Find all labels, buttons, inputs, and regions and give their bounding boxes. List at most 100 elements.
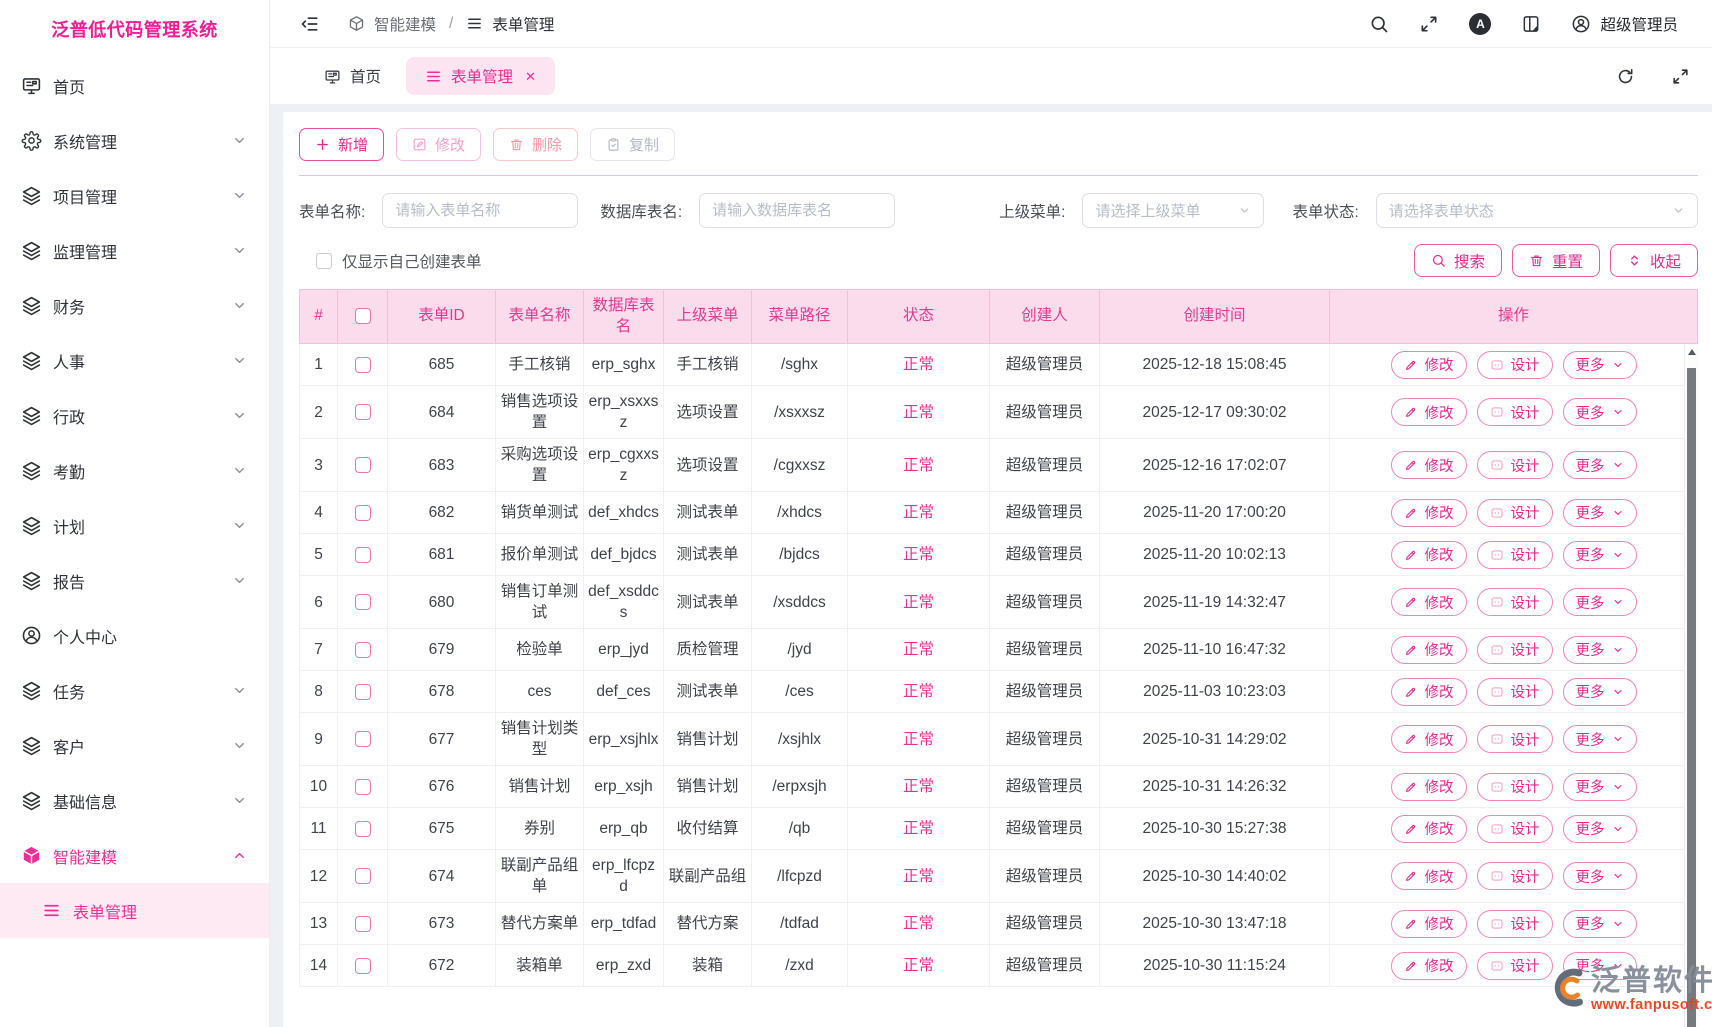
row-design-button[interactable]: 设计 [1477, 499, 1553, 527]
row-checkbox[interactable] [355, 404, 371, 420]
row-checkbox[interactable] [355, 505, 371, 521]
row-checkbox[interactable] [355, 357, 371, 373]
sidebar-item-plan[interactable]: 计划 [0, 498, 269, 553]
table-scrollbar[interactable] [1684, 344, 1698, 1027]
row-checkbox[interactable] [355, 821, 371, 837]
sidebar-item-hr[interactable]: 人事 [0, 333, 269, 388]
sidebar-item-task[interactable]: 任务 [0, 663, 269, 718]
row-design-button[interactable]: 设计 [1477, 588, 1553, 616]
row-checkbox[interactable] [355, 684, 371, 700]
row-design-button[interactable]: 设计 [1477, 862, 1553, 890]
row-edit-button[interactable]: 修改 [1391, 398, 1467, 426]
row-more-button[interactable]: 更多 [1563, 773, 1637, 801]
row-edit-button[interactable]: 修改 [1391, 451, 1467, 479]
copy-button[interactable]: 复制 [590, 128, 675, 161]
form-status-select[interactable]: 请选择表单状态 [1376, 193, 1698, 228]
row-design-button[interactable]: 设计 [1477, 952, 1553, 980]
row-design-button[interactable]: 设计 [1477, 910, 1553, 938]
row-checkbox[interactable] [355, 958, 371, 974]
row-more-button[interactable]: 更多 [1563, 588, 1637, 616]
scroll-up-arrow-icon[interactable] [1685, 344, 1698, 360]
row-checkbox[interactable] [355, 594, 371, 610]
row-edit-button[interactable]: 修改 [1391, 588, 1467, 616]
row-design-button[interactable]: 设计 [1477, 725, 1553, 753]
row-checkbox[interactable] [355, 547, 371, 563]
sidebar-item-basic-info[interactable]: 基础信息 [0, 773, 269, 828]
layout-theme-icon[interactable] [1521, 14, 1541, 34]
collapse-button[interactable]: 收起 [1610, 244, 1698, 277]
search-icon[interactable] [1369, 14, 1389, 34]
sidebar-item-personal-center[interactable]: 个人中心 [0, 608, 269, 663]
tab-form-management[interactable]: 表单管理✕ [406, 57, 555, 95]
row-more-button[interactable]: 更多 [1563, 451, 1637, 479]
row-edit-button[interactable]: 修改 [1391, 815, 1467, 843]
row-more-button[interactable]: 更多 [1563, 398, 1637, 426]
row-edit-button[interactable]: 修改 [1391, 952, 1467, 980]
sidebar-collapse-icon[interactable] [300, 14, 320, 34]
sidebar-item-attendance[interactable]: 考勤 [0, 443, 269, 498]
row-more-button[interactable]: 更多 [1563, 952, 1637, 980]
refresh-icon[interactable] [1616, 67, 1635, 86]
row-design-button[interactable]: 设计 [1477, 351, 1553, 379]
reset-button[interactable]: 重置 [1512, 244, 1600, 277]
font-size-badge[interactable]: A [1469, 13, 1491, 35]
row-edit-button[interactable]: 修改 [1391, 862, 1467, 890]
sidebar-item-finance[interactable]: 财务 [0, 278, 269, 333]
row-more-button[interactable]: 更多 [1563, 725, 1637, 753]
row-more-button[interactable]: 更多 [1563, 499, 1637, 527]
edit-button[interactable]: 修改 [396, 128, 481, 161]
row-edit-button[interactable]: 修改 [1391, 636, 1467, 664]
tab-close-icon[interactable]: ✕ [525, 70, 536, 83]
form-name-input[interactable] [382, 193, 578, 228]
row-design-button[interactable]: 设计 [1477, 636, 1553, 664]
row-edit-button[interactable]: 修改 [1391, 351, 1467, 379]
row-checkbox[interactable] [355, 457, 371, 473]
own-only-checkbox[interactable] [316, 253, 332, 269]
row-edit-button[interactable]: 修改 [1391, 678, 1467, 706]
delete-button[interactable]: 删除 [493, 128, 578, 161]
user-menu[interactable]: 超级管理员 [1571, 13, 1678, 35]
row-more-button[interactable]: 更多 [1563, 351, 1637, 379]
sidebar-item-form-management[interactable]: 表单管理 [0, 883, 269, 938]
sidebar-item-report[interactable]: 报告 [0, 553, 269, 608]
row-more-button[interactable]: 更多 [1563, 636, 1637, 664]
row-edit-button[interactable]: 修改 [1391, 773, 1467, 801]
row-design-button[interactable]: 设计 [1477, 815, 1553, 843]
parent-menu-select[interactable]: 请选择上级菜单 [1082, 193, 1264, 228]
sidebar-item-project[interactable]: 项目管理 [0, 168, 269, 223]
row-edit-button[interactable]: 修改 [1391, 541, 1467, 569]
row-edit-button[interactable]: 修改 [1391, 499, 1467, 527]
row-more-button[interactable]: 更多 [1563, 541, 1637, 569]
db-table-name-input[interactable] [699, 193, 895, 228]
row-checkbox[interactable] [355, 868, 371, 884]
row-more-button[interactable]: 更多 [1563, 910, 1637, 938]
row-design-button[interactable]: 设计 [1477, 541, 1553, 569]
sidebar-item-customer[interactable]: 客户 [0, 718, 269, 773]
breadcrumb-parent[interactable]: 智能建模 [374, 13, 436, 35]
row-checkbox[interactable] [355, 779, 371, 795]
row-checkbox[interactable] [355, 731, 371, 747]
sidebar-item-smart-modeling[interactable]: 智能建模 [0, 828, 269, 883]
row-more-button[interactable]: 更多 [1563, 862, 1637, 890]
row-edit-button[interactable]: 修改 [1391, 725, 1467, 753]
fullscreen-content-icon[interactable] [1671, 67, 1690, 86]
scrollbar-thumb[interactable] [1687, 368, 1696, 1027]
row-edit-button[interactable]: 修改 [1391, 910, 1467, 938]
row-more-button[interactable]: 更多 [1563, 678, 1637, 706]
fullscreen-icon[interactable] [1419, 14, 1439, 34]
tab-home[interactable]: 首页 [305, 57, 400, 95]
search-button[interactable]: 搜索 [1414, 244, 1502, 277]
select-all-checkbox[interactable] [355, 308, 371, 324]
add-button[interactable]: 新增 [299, 128, 384, 161]
row-design-button[interactable]: 设计 [1477, 678, 1553, 706]
row-checkbox[interactable] [355, 642, 371, 658]
row-design-button[interactable]: 设计 [1477, 451, 1553, 479]
row-design-button[interactable]: 设计 [1477, 398, 1553, 426]
sidebar-item-supervision[interactable]: 监理管理 [0, 223, 269, 278]
sidebar-item-system[interactable]: 系统管理 [0, 113, 269, 168]
sidebar-item-home[interactable]: 首页 [0, 58, 269, 113]
sidebar-item-administration[interactable]: 行政 [0, 388, 269, 443]
row-checkbox[interactable] [355, 916, 371, 932]
row-design-button[interactable]: 设计 [1477, 773, 1553, 801]
row-more-button[interactable]: 更多 [1563, 815, 1637, 843]
